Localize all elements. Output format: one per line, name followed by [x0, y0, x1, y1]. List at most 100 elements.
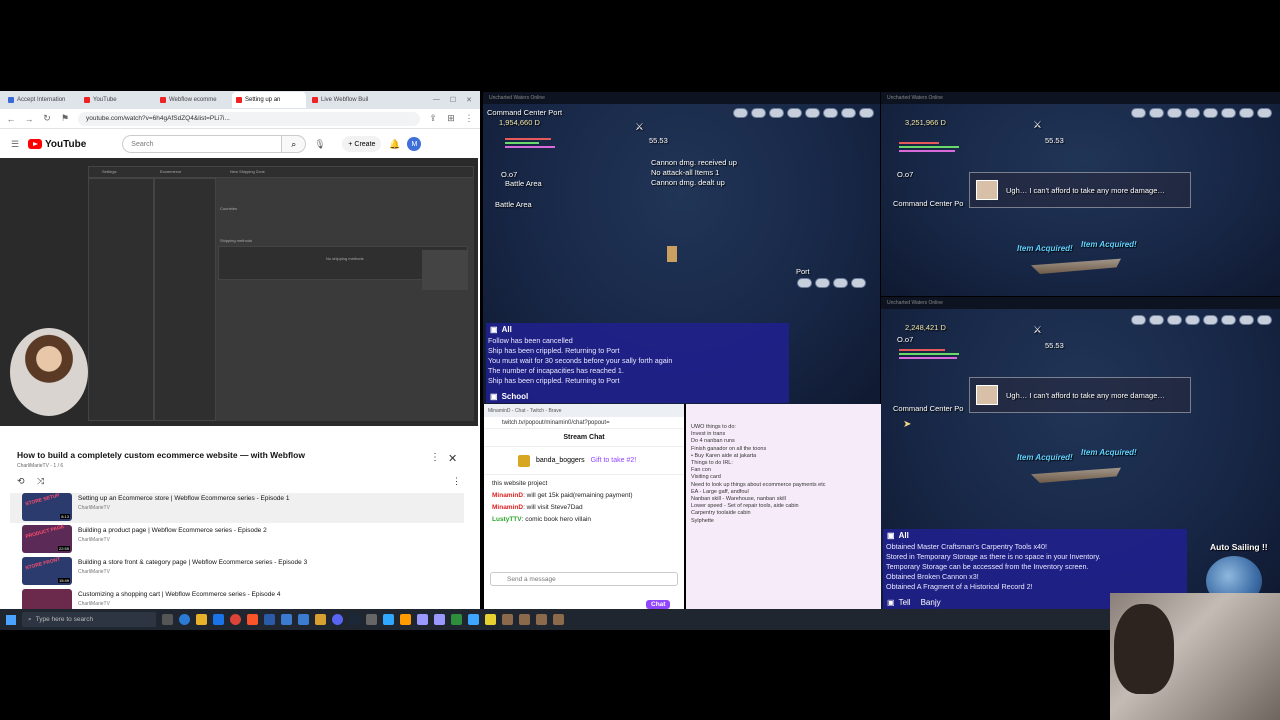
app-icon[interactable]: [366, 614, 377, 625]
menu-capsule-icon[interactable]: [823, 108, 838, 118]
port-icon[interactable]: [797, 278, 812, 288]
bell-icon[interactable]: 🔔: [389, 139, 400, 150]
menu-capsule-icon[interactable]: [1257, 108, 1272, 118]
share-icon[interactable]: ⇪: [428, 113, 438, 124]
sticky-notes-icon[interactable]: [485, 614, 496, 625]
port-icon[interactable]: [851, 278, 866, 288]
app-icon[interactable]: [264, 614, 275, 625]
hamburger-menu-icon[interactable]: ☰: [10, 139, 20, 150]
windows-start-icon[interactable]: [6, 614, 16, 625]
tab-4-active[interactable]: Setting up an: [232, 92, 306, 108]
back-icon[interactable]: ←: [6, 114, 16, 124]
chat-tab-all[interactable]: ▣ All: [486, 323, 789, 334]
url-field[interactable]: youtube.com/watch?v=6h4gAfSdZQ4&list=PLi…: [78, 111, 420, 126]
app-icon[interactable]: [281, 614, 292, 625]
menu-capsule-icon[interactable]: [1149, 315, 1164, 325]
playlist-item[interactable]: PRODUCT PAGE 22:55 Building a product pag…: [10, 524, 464, 555]
youtube-search-input[interactable]: Search: [122, 135, 283, 153]
game-icon[interactable]: [502, 614, 513, 625]
loop-icon[interactable]: ⟲: [17, 476, 25, 487]
chat-button[interactable]: Chat: [646, 593, 671, 609]
playlist-item[interactable]: Customizing a shopping cart | Webflow Ec…: [10, 589, 464, 609]
more-options-icon[interactable]: ⋮: [430, 452, 440, 463]
menu-capsule-icon[interactable]: [1185, 315, 1200, 325]
store-icon[interactable]: [213, 614, 224, 625]
menu-capsule-icon[interactable]: [769, 108, 784, 118]
close-icon[interactable]: ✕: [466, 96, 472, 104]
message-user[interactable]: LustyTTV: [492, 516, 522, 523]
illustrator-icon[interactable]: [400, 614, 411, 625]
tab-3[interactable]: Webflow ecomme: [156, 92, 230, 108]
menu-capsule-icon[interactable]: [1203, 108, 1218, 118]
port-icon[interactable]: [815, 278, 830, 288]
player-ship-icon[interactable]: [667, 246, 677, 262]
menu-capsule-icon[interactable]: [1257, 315, 1272, 325]
photoshop-icon[interactable]: [383, 614, 394, 625]
steam-icon[interactable]: [349, 614, 360, 625]
bookmark-icon[interactable]: ⚑: [60, 113, 70, 124]
menu-capsule-icon[interactable]: [1131, 108, 1146, 118]
playlist-item[interactable]: STORE FRONT 15:49 Building a store front …: [10, 556, 464, 587]
menu-capsule-icon[interactable]: [751, 108, 766, 118]
playlist-title[interactable]: How to build a completely custom ecommer…: [17, 450, 305, 460]
tab-2[interactable]: YouTube: [80, 92, 154, 108]
premiere-icon[interactable]: [417, 614, 428, 625]
menu-capsule-icon[interactable]: [1167, 315, 1182, 325]
app-icon[interactable]: [451, 614, 462, 625]
menu-capsule-icon[interactable]: [1239, 108, 1254, 118]
search-icon[interactable]: ⌕: [282, 135, 307, 153]
maximize-icon[interactable]: ☐: [450, 96, 456, 104]
menu-capsule-icon[interactable]: [1221, 315, 1236, 325]
menu-icon[interactable]: ⋮: [464, 113, 474, 124]
menu-capsule-icon[interactable]: [733, 108, 748, 118]
menu-capsule-icon[interactable]: [859, 108, 874, 118]
create-button[interactable]: + Create: [342, 136, 382, 152]
menu-capsule-icon[interactable]: [1167, 108, 1182, 118]
close-playlist-icon[interactable]: ✕: [448, 452, 457, 465]
game-icon[interactable]: [553, 614, 564, 625]
game-window-main[interactable]: Uncharted Waters Online Command Center P…: [483, 92, 880, 404]
tab-1[interactable]: Accept Internation: [4, 92, 78, 108]
message-user[interactable]: MinaminD: [492, 492, 523, 499]
app-icon[interactable]: [468, 614, 479, 625]
twitch-url-field[interactable]: twitch.tv/popout/minamin0/chat?popout=: [484, 417, 684, 429]
port-icon[interactable]: [833, 278, 848, 288]
menu-capsule-icon[interactable]: [841, 108, 856, 118]
microphone-icon[interactable]: 🎙: [314, 139, 325, 150]
avatar[interactable]: M: [407, 137, 422, 151]
shuffle-icon[interactable]: ⤨: [37, 476, 44, 487]
taskbar-search-input[interactable]: ⌕ Type here to search: [22, 612, 156, 627]
video-player[interactable]: Settings Ecommerce New Shipping Zone Cou…: [0, 158, 478, 426]
notes-panel[interactable]: UWO things to do: Invest in trans Do 4 n…: [686, 404, 881, 609]
youtube-logo[interactable]: YouTube: [28, 139, 86, 150]
tab-5[interactable]: Live Webflow Buil: [308, 92, 382, 108]
playlist-menu-icon[interactable]: ⋮: [452, 476, 461, 487]
forward-icon[interactable]: →: [24, 114, 34, 124]
game-chat-panel[interactable]: ▣ All Follow has been cancelled Ship has …: [486, 323, 789, 403]
message-user[interactable]: MinaminD: [492, 504, 523, 511]
game-icon[interactable]: [519, 614, 530, 625]
tell-target-name[interactable]: Banjy: [921, 598, 941, 607]
menu-capsule-icon[interactable]: [1203, 315, 1218, 325]
brave-icon[interactable]: [247, 614, 258, 625]
app-icon[interactable]: [298, 614, 309, 625]
chat-tab-all[interactable]: ▣ All: [883, 529, 1187, 540]
menu-capsule-icon[interactable]: [1221, 108, 1236, 118]
chat-tab-tell[interactable]: ▣ Tell Banjy: [887, 598, 941, 607]
menu-capsule-icon[interactable]: [1185, 108, 1200, 118]
file-explorer-icon[interactable]: [196, 614, 207, 625]
menu-capsule-icon[interactable]: [805, 108, 820, 118]
gift-banner[interactable]: banda_boggers Gift to take #2!: [484, 447, 684, 475]
edge-icon[interactable]: [179, 614, 190, 625]
discord-icon[interactable]: [332, 614, 343, 625]
menu-capsule-icon[interactable]: [1149, 108, 1164, 118]
minimize-icon[interactable]: —: [433, 96, 440, 104]
send-message-input[interactable]: Send a message: [490, 572, 678, 586]
menu-capsule-icon[interactable]: [787, 108, 802, 118]
game-window-2[interactable]: Uncharted Waters Online 3,251,966 D ⚔ 55…: [881, 92, 1280, 296]
game-icon[interactable]: [536, 614, 547, 625]
chat-tab-school[interactable]: ▣ School: [490, 392, 528, 401]
task-view-icon[interactable]: [162, 614, 173, 625]
menu-capsule-icon[interactable]: [1239, 315, 1254, 325]
chrome-icon[interactable]: [230, 614, 241, 625]
